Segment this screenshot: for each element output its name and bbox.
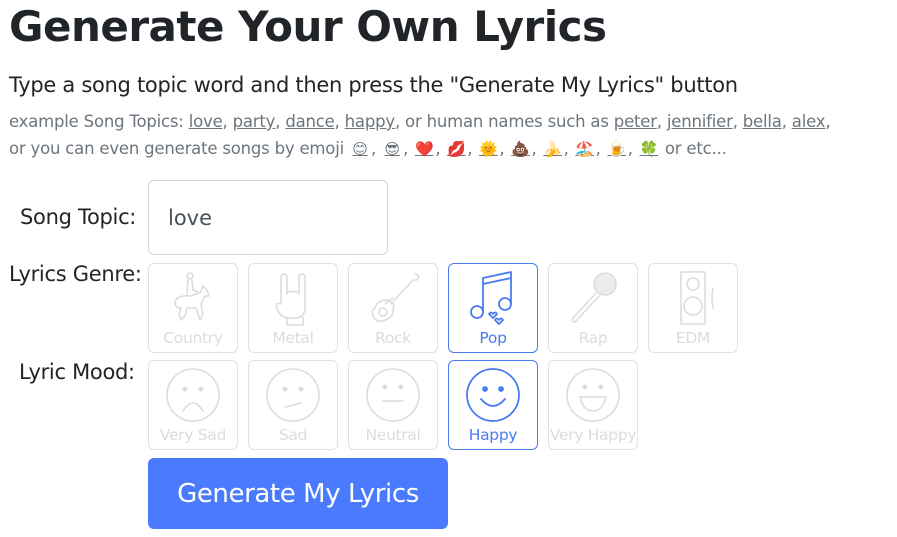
page-title: Generate Your Own Lyrics [9,2,607,51]
generate-lyrics-button[interactable]: Generate My Lyrics [148,458,448,529]
example-topic-party[interactable]: party [233,112,276,131]
mood-happy-label: Happy [468,426,518,444]
example-emoji-sunglasses[interactable]: 😎 [381,136,403,163]
speaker-icon [680,271,714,325]
names-intro: , or human names such as [394,112,614,131]
horse-rider-icon [174,272,210,321]
mood-very-happy-option[interactable]: Very Happy [548,360,638,450]
genre-metal-label: Metal [272,329,314,347]
example-name-bella[interactable]: bella [743,112,782,131]
happy-face-icon [466,368,520,422]
mood-happy-option[interactable]: Happy [448,360,538,450]
example-topic-dance[interactable]: dance [285,112,334,131]
genre-rap-label: Rap [578,329,608,347]
genre-metal-option[interactable]: Metal [248,263,338,353]
example-name-jennifier[interactable]: jennifier [667,112,733,131]
mood-sad-label: Sad [278,426,308,444]
mood-options: Very Sad Sad Neutral Happy Very Happy [148,360,638,450]
example-emoji-poop[interactable]: 💩 [509,136,531,163]
examples-suffix: or etc... [659,139,727,158]
example-topic-happy[interactable]: happy [345,112,395,131]
music-notes-hearts-icon [470,271,512,325]
microphone-icon [571,272,617,323]
example-emoji-lips[interactable]: 💋 [445,136,467,163]
very-happy-face-icon [566,368,620,422]
sad-face-icon [266,368,320,422]
instructions-text: Type a song topic word and then press th… [9,73,738,97]
example-emoji-heart[interactable]: ❤️ [413,136,435,163]
example-emoji-sun[interactable]: 🌞 [477,136,499,163]
song-topic-label: Song Topic: [20,205,137,229]
song-topic-input[interactable] [148,180,388,255]
example-name-peter[interactable]: peter [614,112,657,131]
examples-prefix: example Song Topics: [9,112,189,131]
genre-edm-option[interactable]: EDM [648,263,738,353]
example-name-alex[interactable]: alex [792,112,826,131]
example-emoji-banana[interactable]: 🍌 [542,136,564,163]
mood-sad-option[interactable]: Sad [248,360,338,450]
rock-hand-icon [275,273,306,326]
example-topic-love[interactable]: love [189,112,223,131]
genre-country-option[interactable]: Country [148,263,238,353]
mood-very-sad-option[interactable]: Very Sad [148,360,238,450]
genre-options: Country Metal Rock Pop Rap EDM [148,263,738,353]
genre-country-label: Country [163,329,223,347]
mood-very-happy-label: Very Happy [549,426,637,444]
genre-rap-option[interactable]: Rap [548,263,638,353]
very-sad-face-icon [166,368,220,422]
example-topics: example Song Topics: love, party, dance,… [9,108,879,163]
genre-rock-label: Rock [375,329,411,347]
genre-pop-option[interactable]: Pop [448,263,538,353]
genre-edm-label: EDM [675,329,711,347]
mood-neutral-option[interactable]: Neutral [348,360,438,450]
genre-pop-label: Pop [479,329,507,347]
emoji-intro: or you can even generate songs by emoji [9,139,350,158]
example-emoji-beer[interactable]: 🍺 [606,136,628,163]
genre-rock-option[interactable]: Rock [348,263,438,353]
example-emoji-smile[interactable]: 😊 [349,136,371,163]
electric-guitar-icon [371,273,420,323]
example-emoji-clover[interactable]: 🍀 [638,136,660,163]
mood-very-sad-label: Very Sad [159,426,227,444]
lyrics-genre-label: Lyrics Genre: [9,262,142,286]
neutral-face-icon [366,368,420,422]
mood-neutral-label: Neutral [365,426,421,444]
example-emoji-beach[interactable]: 🏖️ [574,136,596,163]
lyric-mood-label: Lyric Mood: [19,360,135,384]
